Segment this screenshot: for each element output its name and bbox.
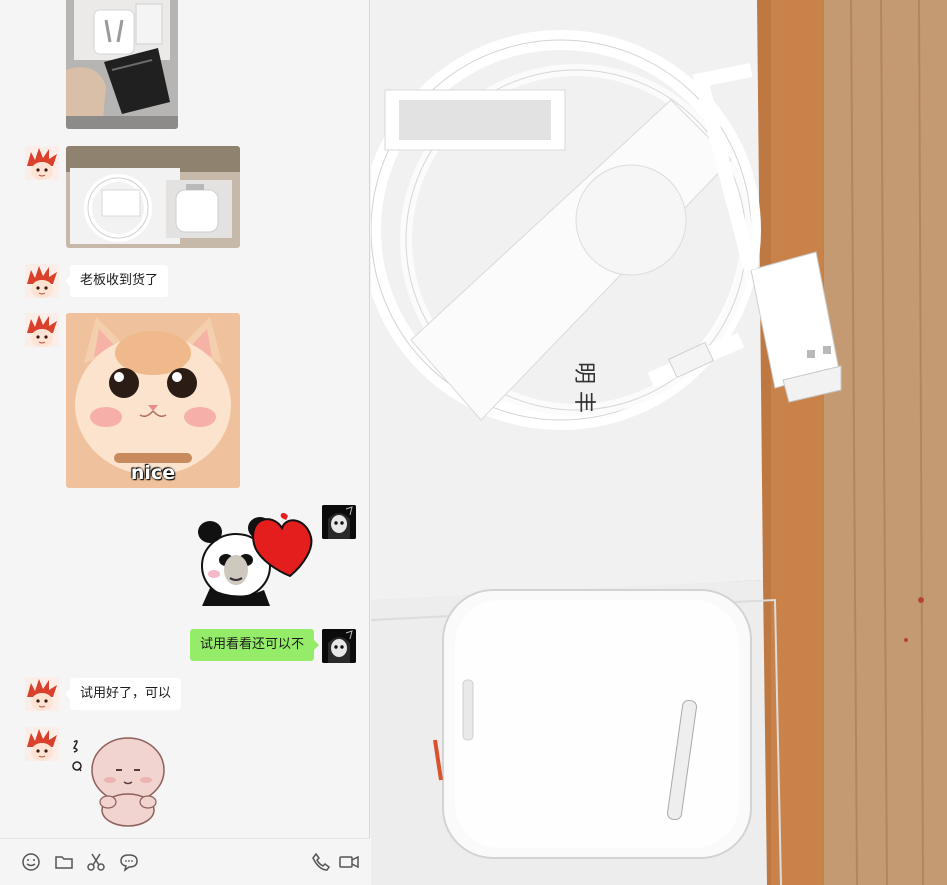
- voice-call-button[interactable]: [310, 851, 332, 873]
- red-hair-avatar-icon: [25, 313, 59, 347]
- file-button[interactable]: [53, 851, 75, 873]
- airpods-unboxing-photo: [66, 0, 178, 129]
- red-hair-avatar-icon: [25, 264, 59, 298]
- message-list[interactable]: 老板收到货了 nice 试用看看还可以不 试用好了，可以: [0, 0, 370, 838]
- self-avatar[interactable]: [322, 629, 356, 663]
- friend-avatar[interactable]: [25, 146, 59, 180]
- emoji-button[interactable]: [20, 851, 42, 873]
- input-toolbar: [0, 838, 370, 885]
- red-hair-avatar-icon: [25, 146, 59, 180]
- friend-avatar[interactable]: [25, 264, 59, 298]
- sticker-message[interactable]: [198, 510, 314, 606]
- image-viewer[interactable]: 明 丰: [371, 0, 947, 885]
- video-icon: [339, 855, 359, 869]
- pink-blob-sticker: [72, 737, 165, 827]
- image-message[interactable]: [66, 146, 240, 248]
- chat-window: 老板收到货了 nice 试用看看还可以不 试用好了，可以 明 丰: [0, 0, 947, 885]
- dark-character-avatar-icon: [322, 629, 356, 663]
- text-message[interactable]: 试用好了，可以: [64, 678, 182, 710]
- sticker-caption: nice: [130, 462, 176, 484]
- red-hair-avatar-icon: [25, 677, 59, 711]
- airpods-cable-photo: 明 丰: [371, 0, 947, 885]
- folder-icon: [55, 856, 73, 869]
- scissors-icon: [87, 853, 105, 871]
- text-message[interactable]: 老板收到货了: [64, 265, 169, 297]
- friend-avatar[interactable]: [25, 677, 59, 711]
- friend-avatar[interactable]: [25, 313, 59, 347]
- airpods-box-photo: [66, 146, 240, 248]
- phone-icon: [312, 852, 331, 871]
- paper-text: 明 丰: [571, 362, 596, 413]
- text-message[interactable]: 试用看看还可以不: [189, 629, 320, 661]
- video-call-button[interactable]: [338, 851, 360, 873]
- emoji-icon: [22, 853, 40, 871]
- screenshot-button[interactable]: [85, 851, 107, 873]
- chat-bubble-icon: [120, 854, 138, 872]
- sticker-message[interactable]: [68, 730, 172, 830]
- self-avatar[interactable]: [322, 505, 356, 539]
- red-hair-avatar-icon: [25, 727, 59, 761]
- friend-avatar[interactable]: [25, 727, 59, 761]
- image-message[interactable]: nice: [66, 313, 240, 488]
- chat-history-button[interactable]: [118, 851, 140, 873]
- image-message[interactable]: [66, 0, 178, 129]
- dark-character-avatar-icon: [322, 505, 356, 539]
- panda-heart-sticker: [198, 512, 313, 606]
- chat-panel: 老板收到货了 nice 试用看看还可以不 试用好了，可以: [0, 0, 370, 885]
